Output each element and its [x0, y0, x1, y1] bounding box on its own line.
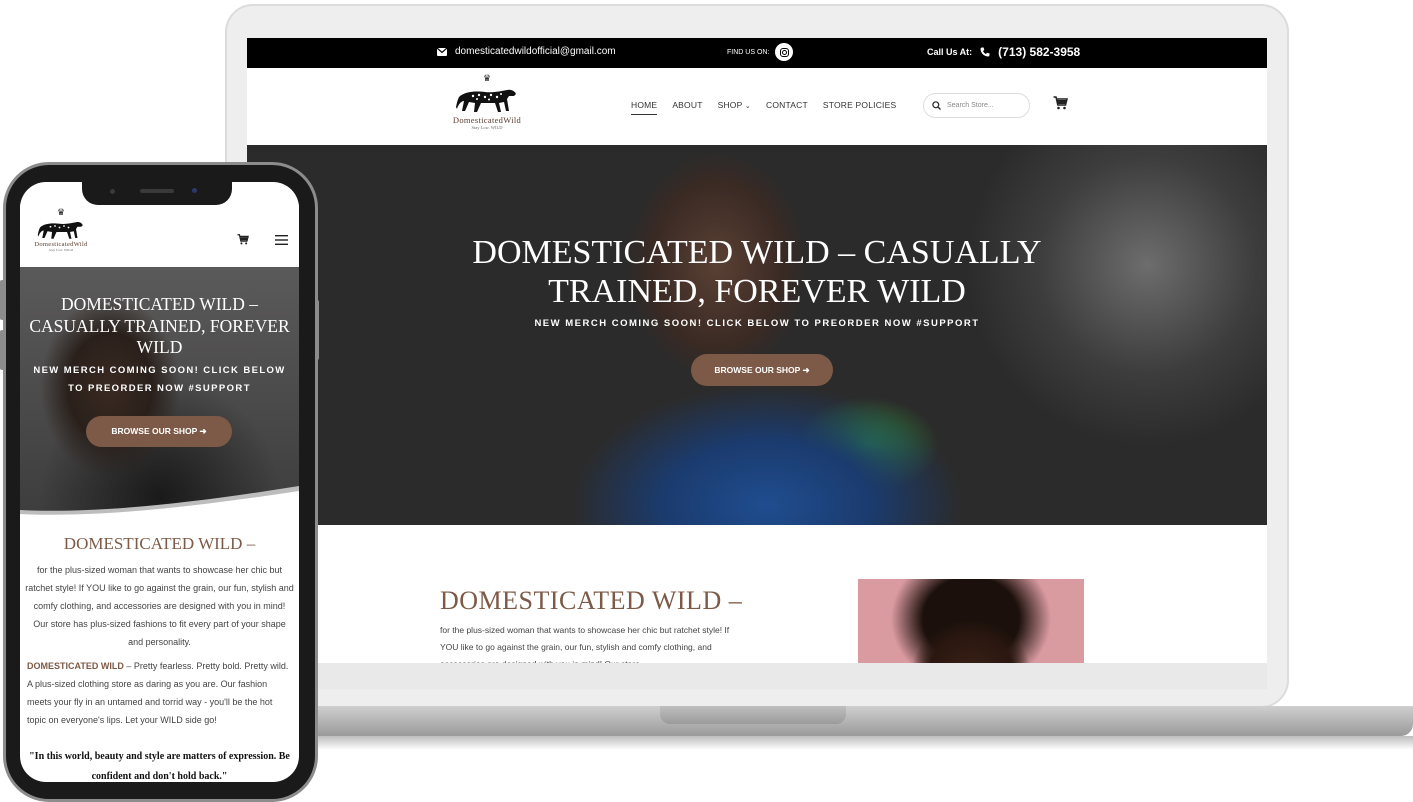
leopard-icon: [37, 222, 83, 239]
crown-icon: ♛: [482, 73, 492, 83]
mobile-hero: DOMESTICATED WILD – CASUALLY TRAINED, FO…: [20, 267, 299, 517]
hero-title: DOMESTICATED WILD – CASUALLY TRAINED, FO…: [247, 233, 1267, 311]
mobile-cart-button[interactable]: [237, 232, 249, 250]
hero-subtitle: NEW MERCH COMING SOON! CLICK BELOW TO PR…: [534, 318, 980, 329]
contact-email[interactable]: domesticatedwildofficial@gmail.com: [437, 46, 616, 57]
chevron-down-icon: ⌄: [744, 103, 751, 110]
nav-item-shop[interactable]: SHOP ⌄: [718, 100, 751, 115]
search-placeholder: Search Store...: [947, 102, 994, 109]
envelope-icon: [437, 47, 447, 56]
call-label: Call Us At:: [927, 47, 973, 57]
model-photo: [858, 579, 1084, 663]
hero-banner: DOMESTICATED WILD – CASUALLY TRAINED, FO…: [247, 145, 1267, 525]
hamburger-menu-button[interactable]: [275, 232, 288, 250]
nav-item-shop-label: SHOP: [717, 100, 743, 110]
mobile-browse-shop-button[interactable]: BROWSE OUR SHOP ➜: [86, 416, 232, 447]
email-text[interactable]: domesticatedwildofficial@gmail.com: [455, 46, 616, 57]
mobile-logo[interactable]: ♛ DomesticatedWild Stay Low. WILD: [24, 207, 98, 253]
main-navbar: ♛ DomesticatedWild Stay Low. WILD HOME A…: [247, 68, 1267, 145]
nav-item-store-policies[interactable]: STORE POLICIES: [823, 100, 897, 115]
hero-title-line2: TRAINED, FOREVER WILD: [548, 273, 966, 310]
about-paragraph: for the plus-sized woman that wants to s…: [440, 625, 730, 663]
brand-tagline: Stay Low. WILD: [48, 248, 74, 252]
nav-item-home[interactable]: HOME: [631, 100, 658, 115]
cart-icon: [1053, 96, 1068, 110]
social-links: FIND US ON:: [727, 43, 794, 61]
cart-button[interactable]: [1053, 96, 1068, 115]
instagram-icon[interactable]: [775, 43, 794, 61]
hamburger-icon: [275, 235, 288, 245]
laptop-bezel: [247, 663, 1267, 689]
laptop-shadow: [200, 736, 1413, 750]
phone-power-button: [315, 300, 319, 360]
mobile-header: ♛ DomesticatedWild Stay Low. WILD: [20, 204, 299, 267]
phone-icon: [980, 47, 990, 57]
laptop-notch: [660, 706, 846, 724]
brand-mention: DOMESTICATED WILD: [27, 661, 124, 671]
brand-name: DomesticatedWild: [34, 241, 88, 248]
brand-tagline: Stay Low. WILD: [471, 125, 503, 130]
phone-volume-button: [0, 280, 4, 320]
browse-shop-button[interactable]: BROWSE OUR SHOP ➜: [691, 354, 833, 386]
mobile-about-title: DOMESTICATED WILD –: [63, 534, 256, 553]
phone-volume-button: [0, 330, 4, 370]
top-bar: domesticatedwildofficial@gmail.com FIND …: [247, 38, 1267, 68]
nav-menu: HOME ABOUT SHOP ⌄ CONTACT STORE POLICIES: [631, 100, 896, 115]
phone-number[interactable]: (713) 582-3958: [998, 45, 1080, 59]
nav-item-about[interactable]: ABOUT: [672, 100, 702, 115]
desktop-site: domesticatedwildofficial@gmail.com FIND …: [247, 38, 1267, 663]
mobile-hero-subtitle: NEW MERCH COMING SOON! CLICK BELOW TO PR…: [33, 365, 286, 394]
find-us-label: FIND US ON:: [727, 48, 770, 56]
mobile-hero-title: DOMESTICATED WILD – CASUALLY TRAINED, FO…: [29, 294, 290, 357]
call-us: Call Us At: (713) 582-3958: [927, 45, 1080, 59]
mobile-quote: "In this world, beauty and style are mat…: [29, 751, 290, 782]
brand-name: DomesticatedWild: [452, 115, 522, 125]
phone-notch: [82, 179, 232, 205]
hero-title-line1: DOMESTICATED WILD – CASUALLY: [472, 234, 1042, 271]
cart-icon: [237, 234, 249, 245]
leopard-icon: [456, 89, 516, 112]
mobile-wave-divider: [20, 486, 299, 522]
about-title: DOMESTICATED WILD –: [440, 586, 743, 615]
crown-icon: ♛: [56, 207, 66, 217]
search-icon: [932, 101, 941, 110]
mobile-about-paragraph-2: DOMESTICATED WILD – Pretty fearless. Pre…: [27, 657, 292, 729]
mobile-site: ♛ DomesticatedWild Stay Low. WILD DOMEST…: [20, 182, 299, 782]
site-logo[interactable]: ♛ DomesticatedWild Stay Low. WILD: [439, 73, 535, 131]
nav-item-contact[interactable]: CONTACT: [766, 100, 808, 115]
mobile-about-paragraph: for the plus-sized woman that wants to s…: [25, 565, 294, 647]
search-input[interactable]: Search Store...: [923, 93, 1030, 118]
